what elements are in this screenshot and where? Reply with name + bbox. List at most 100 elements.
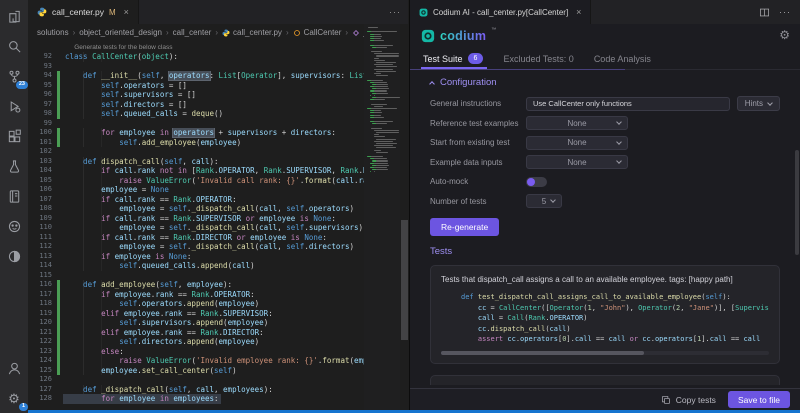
- copy-tests-button[interactable]: Copy tests: [661, 395, 716, 405]
- auto-mock-toggle[interactable]: [526, 177, 547, 187]
- editor-scrollbar-thumb[interactable]: [401, 220, 408, 340]
- code-line[interactable]: 118 self.operators.append(employee): [28, 299, 408, 309]
- run-debug-icon[interactable]: [6, 98, 23, 115]
- code-line[interactable]: 93: [28, 62, 408, 72]
- explorer-icon[interactable]: [6, 8, 23, 25]
- code-line[interactable]: 114 self.queued_calls.append(call): [28, 261, 408, 271]
- code-line[interactable]: 100 for employee in operators + supervis…: [28, 128, 408, 138]
- git-modified-flag: M: [109, 8, 116, 17]
- minimap[interactable]: [364, 24, 400, 410]
- code-line[interactable]: 125 employee.set_call_center(self): [28, 366, 408, 376]
- breadcrumb-folder[interactable]: call_center: [173, 28, 212, 37]
- code-line[interactable]: 124 raise ValueError('Invalid employee r…: [28, 356, 408, 366]
- code-line[interactable]: 107 if call.rank == Rank.OPERATOR:: [28, 195, 408, 205]
- code-line[interactable]: 123 else:: [28, 347, 408, 357]
- code-line[interactable]: 113 if employee is None:: [28, 252, 408, 262]
- panel-scrollbar-thumb[interactable]: [795, 150, 799, 255]
- code-line[interactable]: 111 if call.rank == Rank.DIRECTOR or emp…: [28, 233, 408, 243]
- config-label: Auto-mock: [430, 177, 526, 186]
- code-line[interactable]: 106 employee = None: [28, 185, 408, 195]
- panel-window-actions: ···: [591, 0, 800, 24]
- code-line[interactable]: 120 self.supervisors.append(employee): [28, 318, 408, 328]
- tab-call-center-py[interactable]: call_center.py M ×: [28, 0, 139, 24]
- code-line[interactable]: 122 self.directors.append(employee): [28, 337, 408, 347]
- code-line[interactable]: 112 employee = self._dispatch_call(call,…: [28, 242, 408, 252]
- source-control-icon[interactable]: 23: [6, 68, 23, 85]
- code-line[interactable]: 102: [28, 147, 408, 157]
- codium-extension-icon[interactable]: [6, 218, 23, 235]
- configuration-header[interactable]: Configuration: [430, 77, 780, 88]
- split-editor-icon[interactable]: [759, 7, 770, 18]
- code-line[interactable]: 115: [28, 271, 408, 281]
- code-line[interactable]: 110 employee = self._dispatch_call(call,…: [28, 223, 408, 233]
- extensions-icon[interactable]: [6, 128, 23, 145]
- tab-code-analysis[interactable]: Code Analysis: [594, 48, 651, 69]
- line-number: 125: [28, 366, 52, 376]
- code-line[interactable]: 108 employee = self._dispatch_call(call,…: [28, 204, 408, 214]
- code-line[interactable]: 116 def add_employee(self, employee):: [28, 280, 408, 290]
- code-line[interactable]: 101 self.add_employee(employee): [28, 138, 408, 148]
- class-symbol-icon: [293, 29, 301, 37]
- hints-button[interactable]: Hints: [737, 96, 780, 111]
- code-line[interactable]: 105 raise ValueError('Invalid call rank:…: [28, 176, 408, 186]
- code-line[interactable]: 94 def __init__(self, operators: List[Op…: [28, 71, 408, 81]
- code-line[interactable]: 104 if call.rank not in [Rank.OPERATOR, …: [28, 166, 408, 176]
- code-line[interactable]: 121 elif employee.rank == Rank.DIRECTOR:: [28, 328, 408, 338]
- code-line[interactable]: 117 if employee.rank == Rank.OPERATOR:: [28, 290, 408, 300]
- line-number: 93: [28, 62, 52, 72]
- code-line[interactable]: 128 for employee in employees:: [28, 394, 408, 404]
- contrast-icon[interactable]: [6, 248, 23, 265]
- code-line[interactable]: 99: [28, 119, 408, 129]
- general-instructions-input[interactable]: [526, 97, 730, 111]
- codelens-link[interactable]: Generate tests for the below class: [60, 43, 408, 53]
- line-number: 110: [28, 223, 52, 233]
- code-line[interactable]: 95 self.operators = []: [28, 81, 408, 91]
- settings-gear-icon[interactable]: ⚙ 1: [6, 390, 23, 407]
- code-line[interactable]: 92class CallCenter(object):: [28, 52, 408, 62]
- config-row-number-of-tests: Number of tests 5: [430, 192, 780, 212]
- code-line[interactable]: 98 self.queued_calls = deque(): [28, 109, 408, 119]
- code-line[interactable]: 126: [28, 375, 408, 385]
- breadcrumb-solutions[interactable]: solutions: [37, 28, 69, 37]
- horizontal-scrollbar-thumb[interactable]: [441, 351, 644, 355]
- panel-tab-close-icon[interactable]: ×: [576, 7, 581, 17]
- search-icon[interactable]: [6, 38, 23, 55]
- save-to-file-button[interactable]: Save to file: [728, 391, 790, 408]
- code-line[interactable]: 119 elif employee.rank == Rank.SUPERVISO…: [28, 309, 408, 319]
- code-line[interactable]: 109 if call.rank == Rank.SUPERVISOR or e…: [28, 214, 408, 224]
- tab-codium-ai[interactable]: Codium AI - call_center.py[CallCenter] ×: [410, 0, 591, 24]
- breadcrumb-file[interactable]: call_center.py: [222, 28, 282, 37]
- regenerate-button[interactable]: Re-generate: [430, 218, 499, 236]
- breadcrumb-separator: ›: [215, 28, 218, 37]
- code-line[interactable]: 127 def _dispatch_call(self, call, emplo…: [28, 385, 408, 395]
- line-number: 101: [28, 138, 52, 148]
- testing-beaker-icon[interactable]: [6, 158, 23, 175]
- line-number: 113: [28, 252, 52, 262]
- notebook-icon[interactable]: [6, 188, 23, 205]
- breadcrumb-folder[interactable]: object_oriented_design: [79, 28, 162, 37]
- breadcrumb-class[interactable]: CallCenter: [293, 28, 342, 37]
- tests-section: Tests Tests that dispatch_call assigns a…: [410, 236, 800, 385]
- reference-tests-select[interactable]: None: [526, 116, 628, 130]
- config-row-existing-test: Start from existing test None: [430, 133, 780, 153]
- breadcrumb-separator: ›: [73, 28, 76, 37]
- copy-icon: [661, 395, 671, 405]
- account-icon[interactable]: [6, 360, 23, 377]
- chevron-down-icon: [616, 158, 622, 164]
- codium-wordmark: codium: [440, 29, 486, 43]
- code-line[interactable]: 103 def dispatch_call(self, call):: [28, 157, 408, 167]
- tab-close-icon[interactable]: ×: [124, 7, 129, 17]
- example-inputs-select[interactable]: None: [526, 155, 628, 169]
- test-code-block[interactable]: def test_dispatch_call_assigns_call_to_a…: [441, 292, 769, 345]
- editor-overflow-icon[interactable]: ···: [389, 7, 401, 17]
- panel-gear-icon[interactable]: ⚙: [779, 28, 790, 42]
- panel-tabs: Test Suite 6 Excluded Tests: 0 Code Anal…: [410, 48, 800, 70]
- code-line[interactable]: 96 self.supervisors = []: [28, 90, 408, 100]
- code-line[interactable]: 97 self.directors = []: [28, 100, 408, 110]
- tab-excluded-tests[interactable]: Excluded Tests: 0: [503, 48, 573, 69]
- existing-test-select[interactable]: None: [526, 136, 628, 150]
- line-number: 120: [28, 318, 52, 328]
- panel-more-icon[interactable]: ···: [779, 7, 791, 17]
- number-of-tests-select[interactable]: 5: [526, 194, 562, 208]
- tab-test-suite[interactable]: Test Suite 6: [423, 48, 483, 69]
